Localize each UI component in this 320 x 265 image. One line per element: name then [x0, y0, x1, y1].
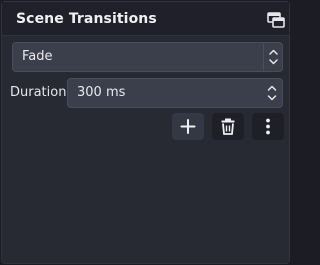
vertical-dots-icon — [266, 118, 270, 135]
transition-select-value: Fade — [22, 49, 53, 64]
undock-icon[interactable] — [267, 12, 285, 28]
duration-label: Duration — [10, 85, 67, 100]
remove-transition-button[interactable] — [212, 113, 244, 140]
scene-transitions-dock: Scene Transitions Fade Duration 300 ms — [1, 1, 290, 264]
up-down-arrows-icon[interactable] — [263, 43, 282, 71]
spin-arrows-icon[interactable] — [265, 81, 279, 105]
dock-title: Scene Transitions — [16, 11, 157, 27]
add-transition-button[interactable] — [172, 113, 204, 140]
transition-select[interactable]: Fade — [12, 42, 283, 72]
transition-properties-button[interactable] — [252, 113, 284, 140]
trash-icon — [221, 118, 235, 135]
plus-icon — [180, 119, 196, 134]
duration-value: 300 ms — [77, 85, 126, 100]
duration-spinbox[interactable]: 300 ms — [67, 78, 283, 108]
dock-titlebar: Scene Transitions — [2, 2, 289, 36]
